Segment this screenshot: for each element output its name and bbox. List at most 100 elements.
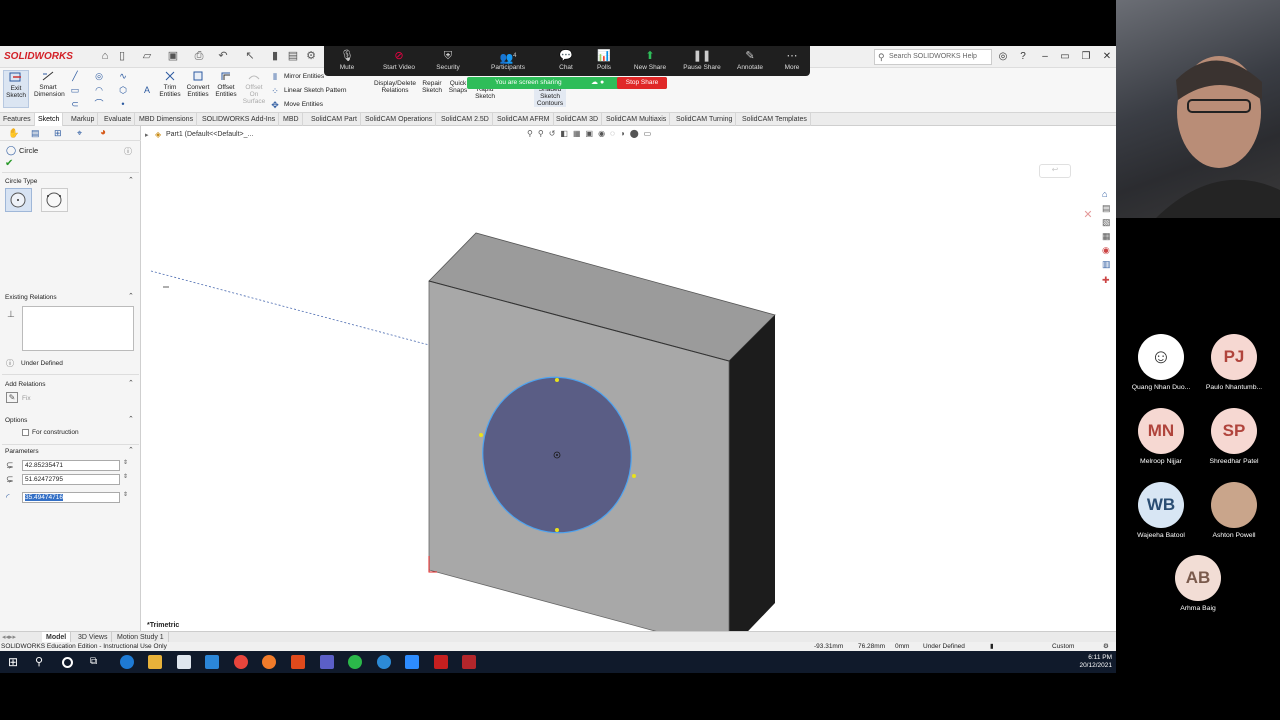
circle-tool-icon[interactable]: ◎ [94, 71, 104, 81]
mail-icon[interactable] [205, 655, 219, 669]
security-button[interactable]: ⛨ Security [432, 46, 464, 76]
restore-icon[interactable]: ▭ [1058, 50, 1072, 64]
print-icon[interactable]: ⎙ [192, 50, 206, 63]
status-settings-icon[interactable]: ⚙ [1103, 642, 1109, 651]
line-icon[interactable]: ╱ [70, 71, 80, 81]
offset-on-surface-button[interactable]: Offset On Surface [241, 70, 267, 105]
browser-icon[interactable] [377, 655, 391, 669]
shaded-sketch-contours-button[interactable]: Shaded Sketch Contours [534, 86, 566, 107]
tab-evaluate[interactable]: Evaluate [101, 113, 136, 126]
linear-sketch-pattern-button[interactable]: Linear Sketch Pattern [284, 87, 347, 94]
chat-button[interactable]: 💬 Chat [554, 46, 578, 76]
trim-entities-button[interactable]: Trim Entities [158, 70, 182, 98]
offset-entities-button[interactable]: Offset Entities [213, 70, 239, 98]
participant-tile[interactable]: ☺ Quang Nhan Duo... [1124, 334, 1198, 391]
feature-tree-tab-icon[interactable]: ✋ [8, 128, 19, 139]
participants-button[interactable]: 👥4 Participants [486, 46, 530, 76]
system-clock[interactable]: 6:11 PM 20/12/2021 [1079, 654, 1112, 670]
windows-start-icon[interactable]: ⊞ [8, 655, 22, 669]
pause-share-button[interactable]: ❚❚ Pause Share [680, 46, 724, 76]
center-circle-button[interactable] [5, 188, 32, 212]
participant-tile[interactable]: MN Melroop Nijjar [1124, 408, 1198, 465]
collapse-chevron-icon[interactable]: ⌃ [128, 176, 134, 184]
radius-field[interactable]: 35.49474716 [22, 492, 120, 503]
participant-tile[interactable]: SP Shreedhar Patel [1197, 408, 1271, 465]
participant-tile[interactable]: PJ Paulo Nhantumb... [1197, 334, 1271, 391]
participant-tile[interactable]: WB Wajeeha Batool [1124, 482, 1198, 539]
traffic-light-icon[interactable]: ▮ [268, 50, 282, 63]
mute-button[interactable]: 🎙 Mute [332, 46, 362, 76]
annotate-button[interactable]: ✎ Annotate [734, 46, 766, 76]
circle-quadrant-point[interactable] [479, 433, 483, 437]
maximize-icon[interactable]: ❐ [1079, 50, 1093, 64]
exit-sketch-button[interactable]: Exit Sketch [3, 70, 29, 108]
convert-entities-button[interactable]: Convert Entities [184, 70, 212, 98]
user-account-icon[interactable]: ◎ [996, 50, 1010, 64]
model-viewport[interactable] [141, 126, 1116, 631]
graphics-area[interactable]: ▸ ◈ Part1 (Default<<Default>_... ⚲⚲↺◧▦▣◉… [141, 126, 1116, 631]
close-icon[interactable]: ✕ [1100, 50, 1114, 64]
slot-icon[interactable]: ⊂ [70, 99, 80, 109]
display-delete-relations-button[interactable]: Display/Delete Relations [372, 80, 418, 94]
file-explorer-icon[interactable] [148, 655, 162, 669]
tab-mbd[interactable]: MBD [280, 113, 303, 126]
existing-relations-list[interactable] [22, 306, 134, 351]
help-icon[interactable]: ? [1016, 50, 1030, 64]
perimeter-circle-button[interactable] [41, 188, 68, 212]
more-button[interactable]: ⋯ More [780, 46, 804, 76]
repair-sketch-button[interactable]: Repair Sketch [421, 80, 443, 94]
tab-markup[interactable]: Markup [68, 113, 99, 126]
configuration-tab-icon[interactable]: ⊞ [54, 128, 62, 139]
move-entities-button[interactable]: Move Entities [284, 101, 323, 108]
for-construction-checkbox[interactable] [22, 429, 29, 436]
collapse-chevron-icon[interactable]: ⌃ [128, 379, 134, 387]
fillet-icon[interactable]: ⌒ [94, 99, 104, 109]
zoom-app-icon[interactable] [405, 655, 419, 669]
task-view-icon[interactable]: ⧉ [90, 655, 104, 669]
start-video-button[interactable]: ⊘ Start Video [379, 46, 419, 76]
search-icon[interactable]: ⚲ [35, 655, 49, 669]
presenter-webcam-video[interactable] [1116, 0, 1280, 218]
ok-checkmark-icon[interactable]: ✔ [5, 158, 13, 169]
stop-share-button[interactable]: Stop Share [617, 77, 667, 89]
solidworks-app-icon[interactable] [462, 655, 476, 669]
rectangle-icon[interactable]: ▭ [70, 85, 80, 95]
participant-tile[interactable]: Ashton Powell [1197, 482, 1271, 539]
options-gear-icon[interactable]: ⚙ [304, 50, 318, 63]
open-icon[interactable]: ▱ [140, 50, 154, 63]
tab-solidcam-templates[interactable]: SolidCAM Templates [739, 113, 811, 126]
participant-tile[interactable]: AB Arhma Baig [1161, 555, 1235, 612]
tab-solidcam-3d[interactable]: SolidCAM 3D [553, 113, 603, 126]
tab-solidcam-afrm[interactable]: SolidCAM AFRM [494, 113, 554, 126]
spinner-icon[interactable]: ⇕ [123, 491, 128, 498]
undo-icon[interactable]: ↶ [216, 50, 230, 63]
center-x-field[interactable]: 42.85235471 [22, 460, 120, 471]
help-icon[interactable]: ⓘ [124, 146, 132, 157]
netflix-icon[interactable] [434, 655, 448, 669]
display-manager-tab-icon[interactable]: ◕ [100, 127, 106, 138]
circle-quadrant-point[interactable] [555, 378, 559, 382]
circle-quadrant-point[interactable] [555, 528, 559, 532]
collapse-chevron-icon[interactable]: ⌃ [128, 292, 134, 300]
tab-solidcam-operations[interactable]: SolidCAM Operations [362, 113, 437, 126]
mirror-entities-button[interactable]: Mirror Entities [284, 73, 324, 80]
wechat-icon[interactable] [348, 655, 362, 669]
tab-mbd-dimensions[interactable]: MBD Dimensions [136, 113, 198, 126]
spline-icon[interactable]: ∿ [118, 71, 128, 81]
teams-icon[interactable] [320, 655, 334, 669]
save-icon[interactable]: ▣ [166, 50, 180, 63]
firefox-icon[interactable] [262, 655, 276, 669]
collapse-chevron-icon[interactable]: ⌃ [128, 446, 134, 454]
home-icon[interactable]: ⌂ [98, 50, 112, 63]
cortana-icon[interactable] [62, 657, 73, 668]
new-document-icon[interactable]: ▯ [115, 50, 129, 63]
tab-features[interactable]: Features [0, 113, 35, 126]
file-properties-icon[interactable]: ▤ [286, 50, 300, 63]
tab-solidcam-part[interactable]: SolidCAM Part [308, 113, 361, 126]
fix-relation-icon[interactable]: ✎ [6, 392, 18, 403]
property-manager-tab-icon[interactable]: ▤ [31, 128, 40, 139]
chrome-icon[interactable] [234, 655, 248, 669]
block-side-face[interactable] [729, 315, 775, 631]
text-icon[interactable]: A [142, 85, 152, 95]
spinner-icon[interactable]: ⇕ [123, 459, 128, 466]
